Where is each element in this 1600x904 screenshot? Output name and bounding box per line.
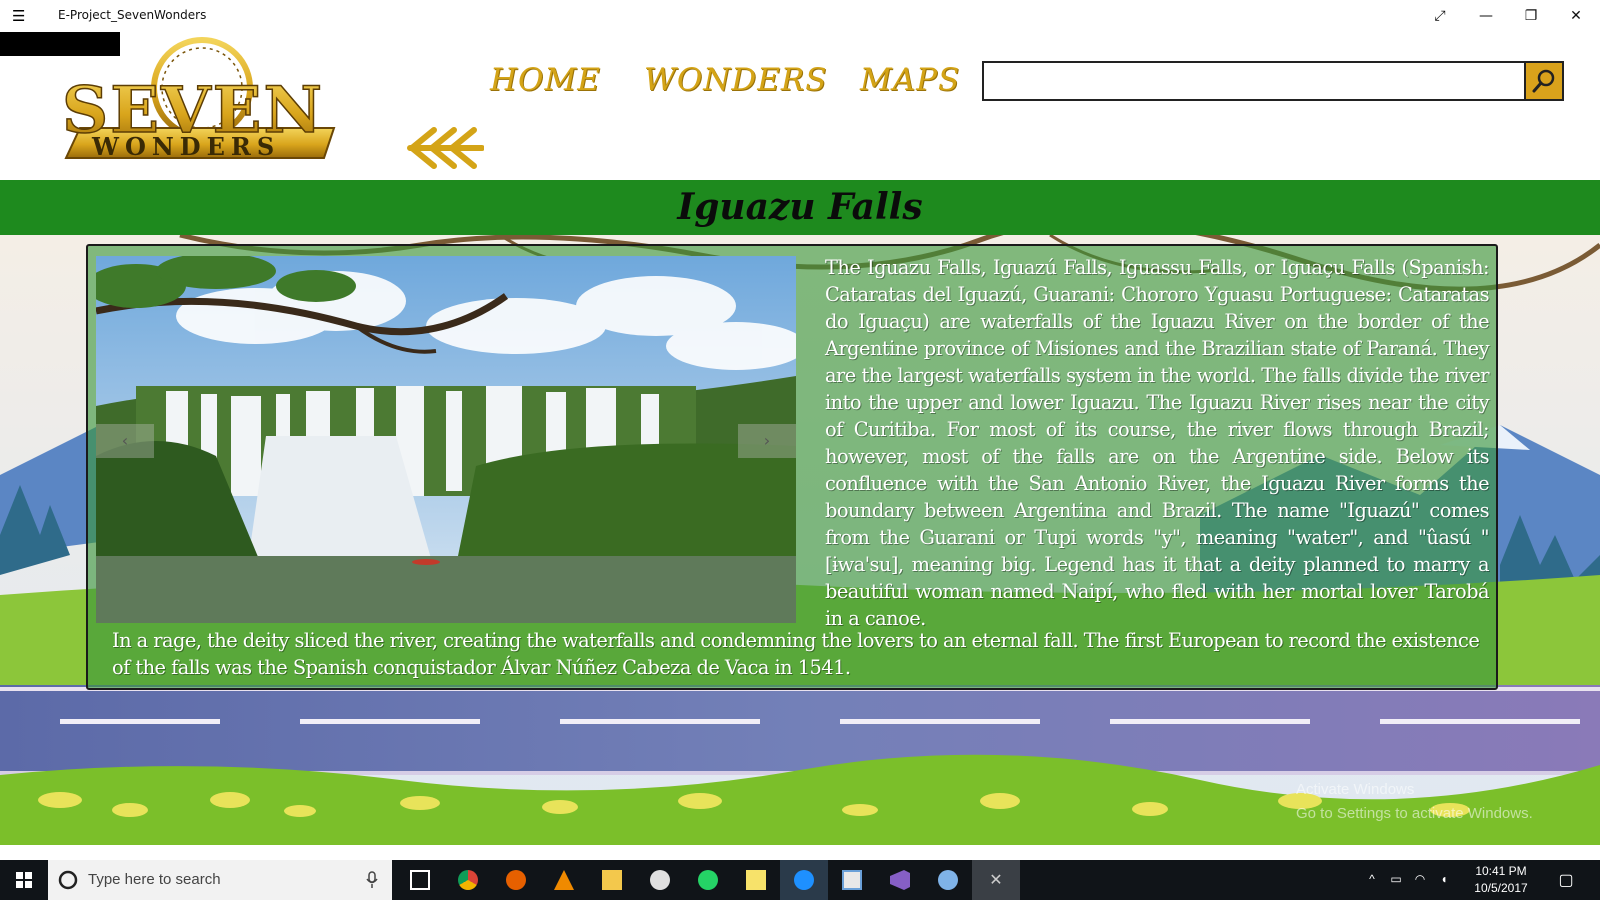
vlc-icon[interactable] (540, 860, 588, 900)
windows-start-icon[interactable] (0, 860, 48, 900)
search-button[interactable] (1524, 63, 1562, 99)
search-icon (1532, 69, 1555, 93)
search-input[interactable] (984, 63, 1524, 99)
clock-date[interactable]: 10/5/2017 (1466, 881, 1536, 895)
visual-studio-icon[interactable] (876, 860, 924, 900)
messenger-icon[interactable] (780, 860, 828, 900)
iguazu-falls-image (96, 256, 796, 623)
nav-wonders[interactable]: WONDERS (644, 62, 827, 98)
image-slider[interactable] (96, 256, 796, 623)
close-icon[interactable]: ✕ (1560, 4, 1592, 28)
firefox-icon[interactable] (492, 860, 540, 900)
taskbar-search[interactable]: Type here to search (48, 860, 392, 900)
chrome-icon[interactable] (444, 860, 492, 900)
wifi-icon[interactable]: ◠ (1412, 872, 1428, 886)
restore-icon[interactable]: ❐ (1515, 4, 1547, 28)
notifications-icon[interactable]: ▢ (1556, 870, 1576, 890)
description-bottom: In a rage, the deity sliced the river, c… (112, 629, 1480, 679)
watermark-line1: Activate Windows (1296, 781, 1415, 798)
page-title: Iguazu Falls (677, 186, 923, 228)
double-back-arrow-icon[interactable] (404, 126, 485, 170)
hamburger-icon[interactable]: ☰ (12, 8, 32, 24)
search-box (982, 61, 1564, 101)
description-right: The Iguazu Falls, Iguazú Falls, Iguassu … (825, 256, 1490, 630)
app-close-icon[interactable]: ✕ (972, 860, 1020, 900)
paint-brush-icon[interactable] (924, 860, 972, 900)
microphone-icon (366, 871, 378, 888)
whatsapp-icon[interactable] (684, 860, 732, 900)
file-explorer-icon[interactable] (588, 860, 636, 900)
show-hidden-icons-icon[interactable]: ^ (1365, 872, 1379, 886)
sticky-notes-icon[interactable] (732, 860, 780, 900)
clock-time[interactable]: 10:41 PM (1466, 864, 1536, 878)
media-icon[interactable] (828, 860, 876, 900)
page-title-bar: Iguazu Falls (0, 180, 1600, 235)
expand-icon[interactable]: ⤢ (1424, 4, 1456, 28)
paint-icon[interactable] (636, 860, 684, 900)
volume-icon[interactable]: ◖ (1436, 872, 1452, 886)
nav-maps[interactable]: MAPS (860, 62, 960, 98)
task-view-icon[interactable] (396, 860, 444, 900)
taskbar: Type here to search ✕ ^ ▭ ◠ ◖ 10:41 PM 1… (0, 860, 1600, 900)
slider-prev-button[interactable]: ‹ (96, 424, 154, 458)
battery-icon[interactable]: ▭ (1388, 872, 1404, 886)
logo-text-wonders: WONDERS (91, 132, 280, 161)
taskbar-search-placeholder: Type here to search (88, 871, 221, 888)
watermark-line2: Go to Settings to activate Windows. (1296, 805, 1533, 822)
window-titlebar: ☰ E-Project_SevenWonders ⤢ — ❐ ✕ (0, 0, 1600, 32)
activate-windows-watermark: Activate Windows Go to Settings to activ… (1296, 778, 1533, 826)
nav-home[interactable]: HOME (490, 62, 601, 98)
window-title: E-Project_SevenWonders (58, 8, 207, 22)
slider-next-button[interactable]: › (738, 424, 796, 458)
seven-wonders-logo[interactable]: SEVEN WONDERS (52, 36, 358, 162)
minimize-icon[interactable]: — (1470, 4, 1502, 28)
cortana-icon (58, 870, 78, 890)
